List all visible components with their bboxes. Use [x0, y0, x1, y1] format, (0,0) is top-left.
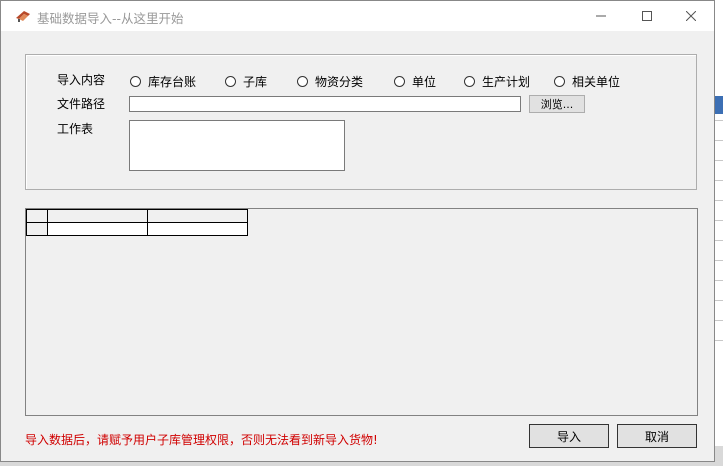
radio-button[interactable] [130, 76, 141, 87]
radio-button[interactable] [554, 76, 565, 87]
radio-production-plan[interactable]: 生产计划 [464, 73, 530, 90]
radio-button[interactable] [394, 76, 405, 87]
table-row[interactable] [26, 222, 248, 236]
app-icon [15, 9, 31, 23]
radio-label: 库存台账 [148, 75, 197, 89]
maximize-button[interactable] [624, 1, 670, 31]
radio-related-units[interactable]: 相关单位 [554, 73, 620, 90]
close-button[interactable] [668, 1, 714, 31]
grid-column-header[interactable] [47, 209, 148, 223]
radio-inventory-ledger[interactable]: 库存台账 [130, 73, 196, 90]
cancel-button[interactable]: 取消 [617, 424, 697, 448]
grid-cell[interactable] [147, 222, 248, 236]
worksheet-list[interactable] [129, 120, 345, 171]
radio-button[interactable] [297, 76, 308, 87]
grid-cell[interactable] [47, 222, 148, 236]
radio-label: 生产计划 [482, 75, 531, 89]
grid-header-row [26, 209, 248, 223]
worksheet-label: 工作表 [57, 122, 94, 136]
import-content-label: 导入内容 [57, 73, 106, 87]
data-grid[interactable] [25, 208, 698, 416]
radio-button[interactable] [225, 76, 236, 87]
radio-unit[interactable]: 单位 [394, 73, 436, 90]
import-dialog: 基础数据导入--从这里开始 导入内容 库存台账 子库 物资分类 单位 生产计划 … [0, 0, 715, 462]
radio-sub-warehouse[interactable]: 子库 [225, 73, 267, 90]
radio-label: 单位 [412, 75, 437, 89]
permission-warning: 导入数据后，请赋予用户子库管理权限，否则无法看到新导入货物! [25, 433, 378, 447]
title-bar[interactable]: 基础数据导入--从这里开始 [1, 1, 714, 31]
close-icon [686, 11, 696, 21]
minimize-button[interactable] [578, 1, 624, 31]
window-title: 基础数据导入--从这里开始 [37, 11, 184, 26]
minimize-icon [596, 15, 606, 17]
radio-material-category[interactable]: 物资分类 [297, 73, 363, 90]
maximize-icon [642, 11, 652, 21]
grid-corner-cell[interactable] [26, 209, 48, 223]
radio-button[interactable] [464, 76, 475, 87]
file-path-label: 文件路径 [57, 97, 106, 111]
data-grid-table [26, 209, 248, 236]
grid-column-header[interactable] [147, 209, 248, 223]
file-path-input[interactable] [129, 96, 521, 112]
grid-row-header[interactable] [26, 222, 48, 236]
radio-label: 相关单位 [572, 75, 621, 89]
radio-label: 物资分类 [315, 75, 364, 89]
import-button[interactable]: 导入 [529, 424, 609, 448]
radio-label: 子库 [243, 75, 268, 89]
browse-button[interactable]: 浏览... [529, 95, 585, 113]
